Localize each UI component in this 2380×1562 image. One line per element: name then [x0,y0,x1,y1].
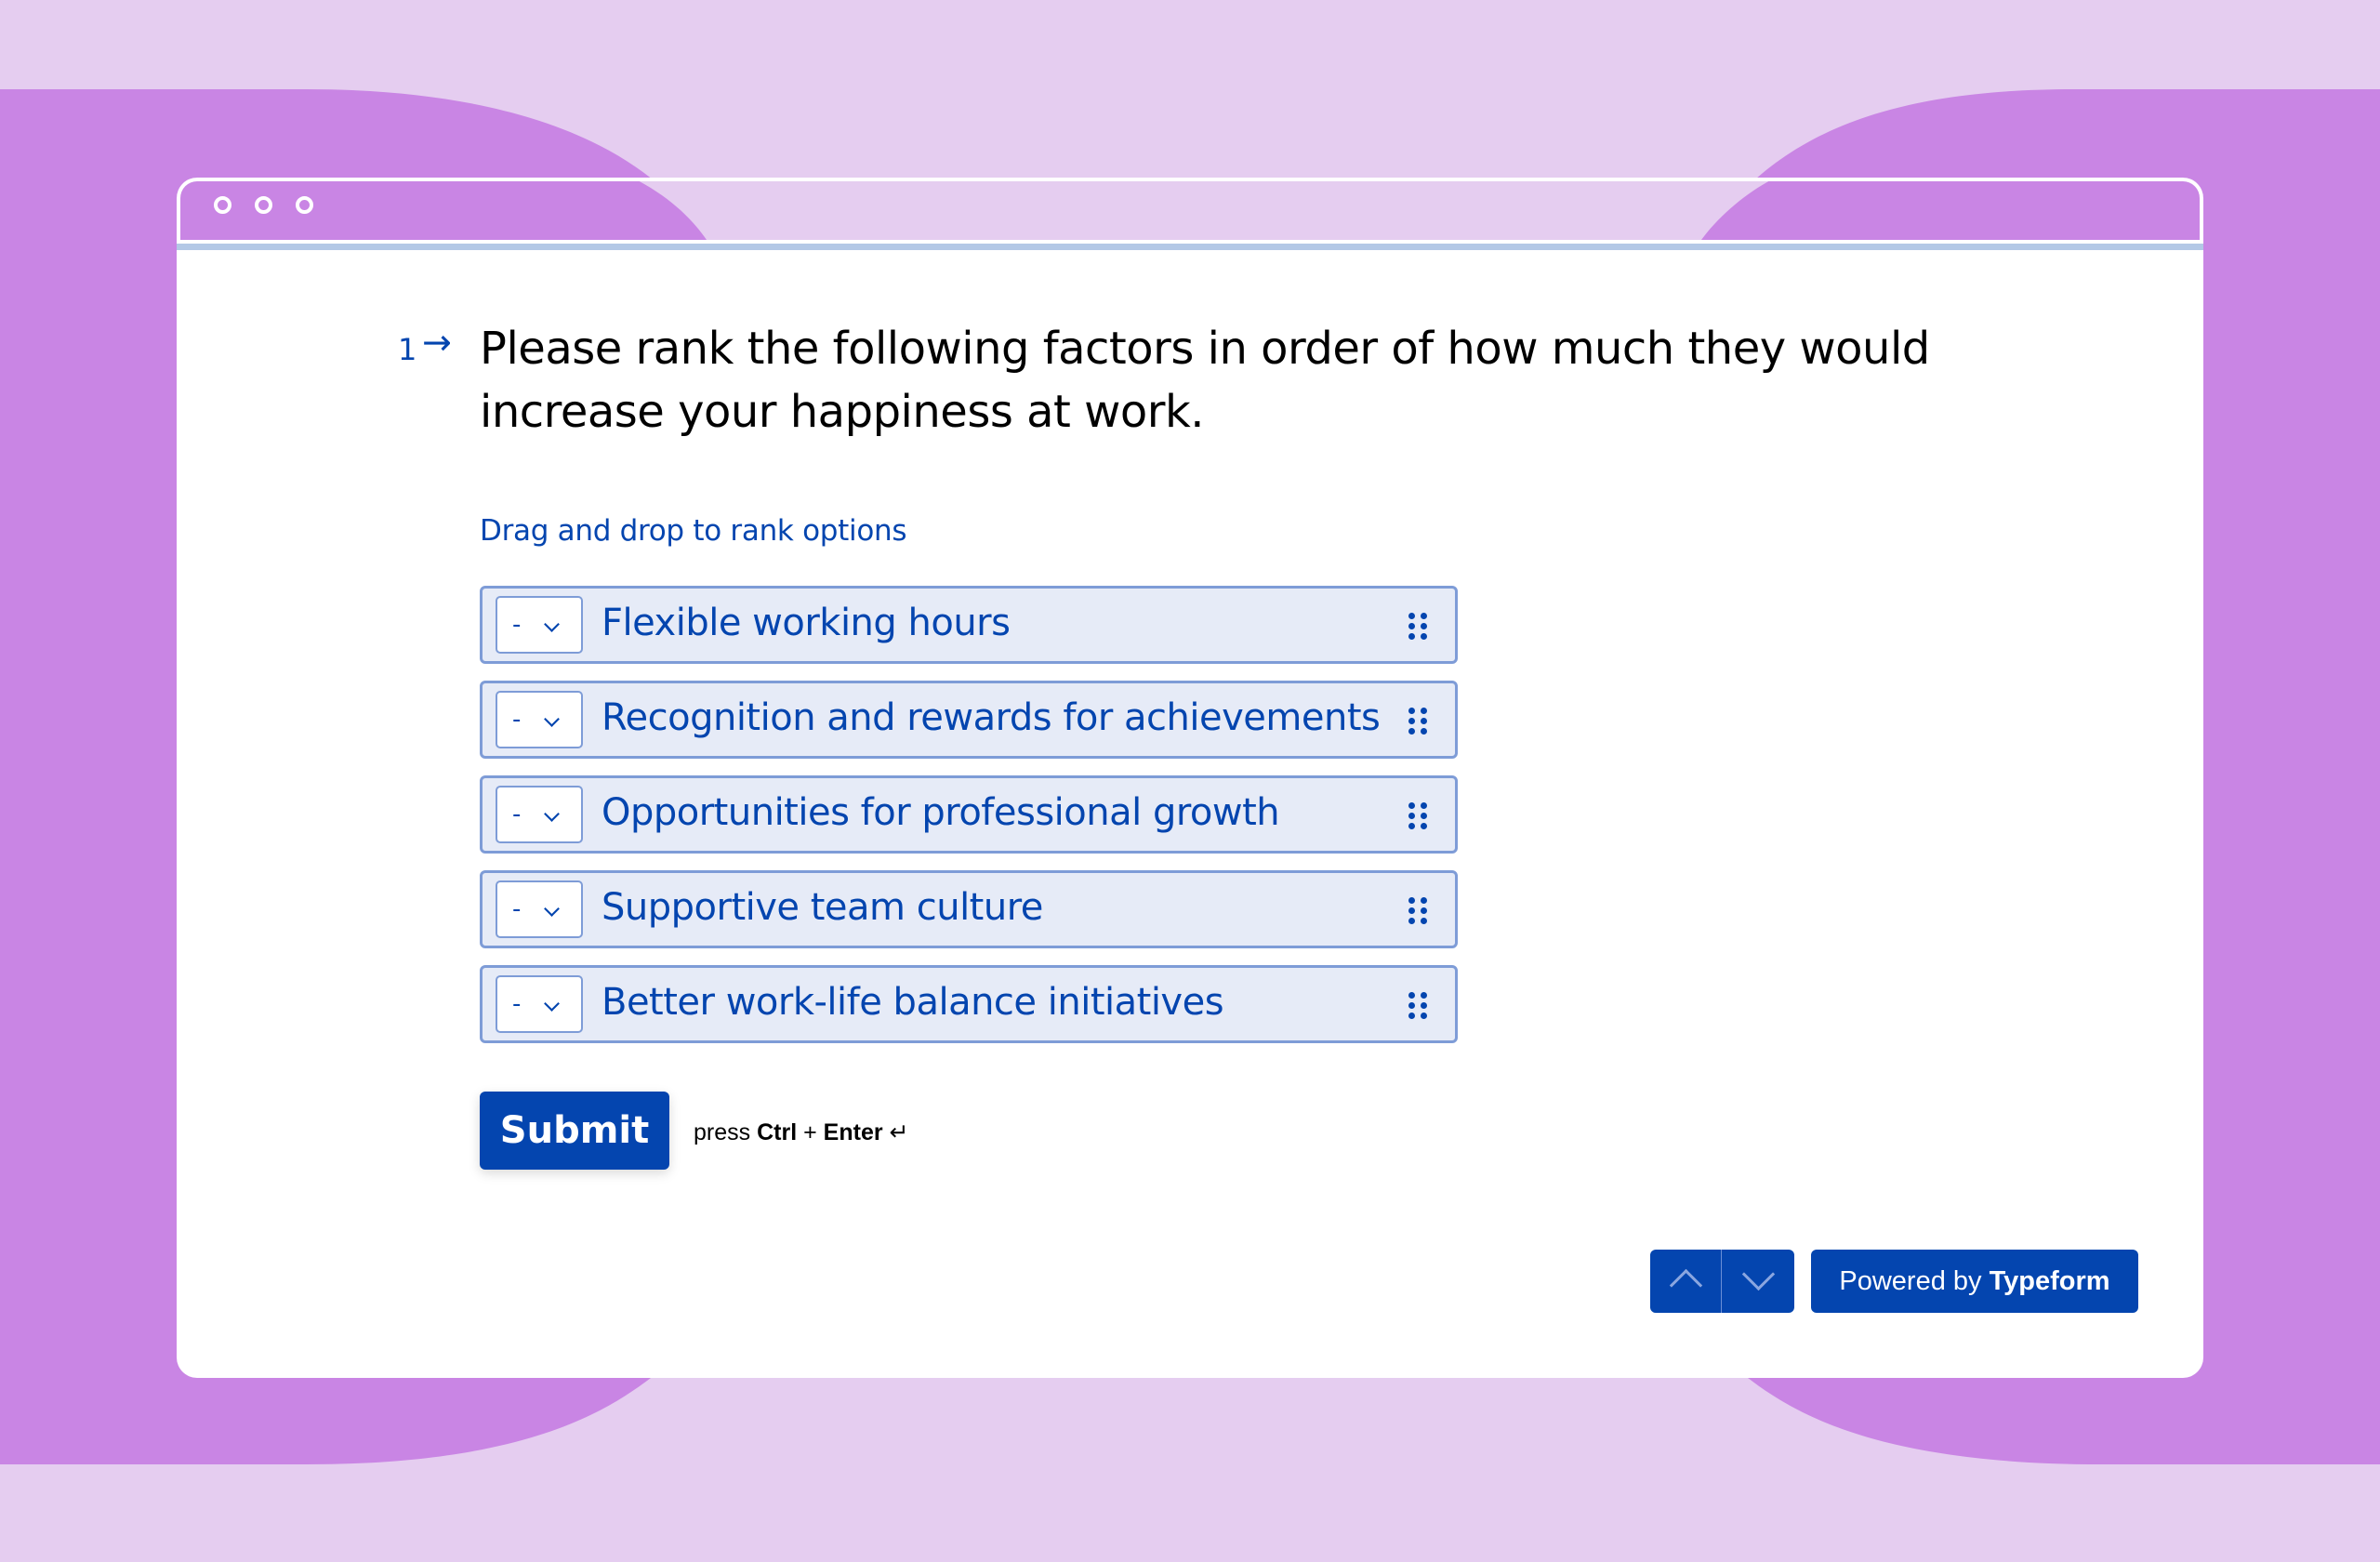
question-number: 1 [398,332,417,367]
ranking-option[interactable]: - Recognition and rewards for achievemen… [480,681,1458,759]
option-label: Better work-life balance initiatives [602,981,1224,1024]
rank-instructions: Drag and drop to rank options [480,514,907,548]
option-label: Flexible working hours [602,602,1011,644]
chevron-down-icon [544,996,560,1012]
title-bar-border [177,178,2203,240]
powered-by-typeform-link[interactable]: Powered by Typeform [1811,1250,2138,1313]
chevron-down-icon [544,616,560,632]
chevron-down-icon [1741,1257,1776,1291]
chevron-down-icon [544,806,560,822]
ranking-option[interactable]: - Opportunities for professional growth [480,775,1458,854]
submit-button[interactable]: Submit [480,1092,669,1170]
rank-value: - [512,895,522,923]
rank-value: - [512,706,522,734]
option-label: Supportive team culture [602,886,1043,929]
chevron-down-icon [544,711,560,727]
hint-key-enter: Enter [823,1119,883,1145]
rank-dropdown[interactable]: - [496,880,583,938]
chevron-up-icon [1669,1268,1703,1303]
hint-plus: + [803,1119,817,1145]
drag-handle-icon[interactable] [1408,613,1427,641]
ranking-option[interactable]: - Better work-life balance initiatives [480,965,1458,1043]
keyboard-hint: press Ctrl + Enter ↵ [694,1119,908,1146]
drag-handle-icon[interactable] [1408,802,1427,830]
next-question-button[interactable] [1723,1250,1794,1313]
enter-key-icon: ↵ [889,1119,909,1145]
ranking-list: - Flexible working hours - Recognition a… [480,586,1458,1060]
rank-dropdown[interactable]: - [496,596,583,654]
rank-dropdown[interactable]: - [496,786,583,843]
powered-prefix: Powered by [1839,1266,1982,1296]
ranking-option[interactable]: - Supportive team culture [480,870,1458,948]
browser-window: 1 → Please rank the following factors in… [177,178,2203,1378]
rank-value: - [512,801,522,828]
drag-handle-icon[interactable] [1408,708,1427,735]
drag-handle-icon[interactable] [1408,992,1427,1020]
rank-value: - [512,990,522,1018]
rank-value: - [512,611,522,639]
bottom-light-shape [307,1378,2101,1464]
question-navigation [1650,1250,1794,1313]
option-label: Recognition and rewards for achievements [602,696,1381,739]
previous-question-button[interactable] [1650,1250,1722,1313]
chevron-down-icon [544,901,560,917]
option-label: Opportunities for professional growth [602,791,1280,834]
rank-dropdown[interactable]: - [496,691,583,748]
hint-key-ctrl: Ctrl [757,1119,798,1145]
progress-bar [177,244,2203,250]
rank-dropdown[interactable]: - [496,975,583,1033]
question-text: Please rank the following factors in ord… [480,323,1930,438]
brand-name: Typeform [1989,1266,2110,1296]
arrow-right-icon: → [422,322,452,363]
drag-handle-icon[interactable] [1408,897,1427,925]
hint-prefix: press [694,1119,751,1145]
ranking-option[interactable]: - Flexible working hours [480,586,1458,664]
